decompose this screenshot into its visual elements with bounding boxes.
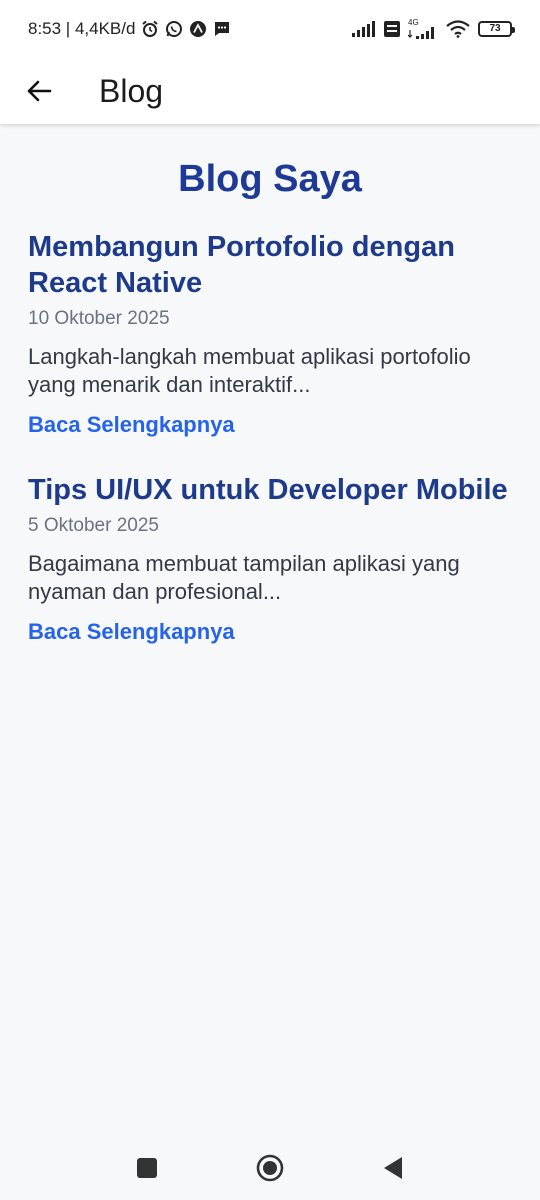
whatsapp-icon [165,20,183,38]
recents-icon [137,1158,157,1178]
app-notification-icon [189,20,207,38]
app-bar: Blog [0,58,540,124]
blog-content: Blog Saya Membangun Portofolio dengan Re… [0,124,540,645]
back-icon [384,1157,402,1179]
app-bar-title: Blog [99,72,164,109]
page-title: Blog Saya [178,158,362,200]
status-bar: 8:53 | 4,4KB/d 4G 73 [0,0,540,58]
blog-post: Membangun Portofolio dengan React Native… [28,229,512,438]
post-title: Tips UI/UX untuk Developer Mobile [28,474,508,506]
status-left: 8:53 | 4,4KB/d [28,19,231,39]
back-nav-button[interactable] [379,1154,407,1182]
system-nav-bar [0,1136,540,1200]
signal-4g-label: 4G [408,18,419,27]
post-title: Membangun Portofolio dengan React Native [28,231,455,299]
blog-post: Tips UI/UX untuk Developer Mobile 5 Okto… [28,472,512,645]
post-excerpt: Bagaimana membuat tampilan aplikasi yang… [28,551,460,604]
post-date: 10 Oktober 2025 [28,308,170,329]
signal-icon [352,21,376,37]
read-more-link[interactable]: Baca Selengkapnya [28,619,235,645]
post-date: 5 Oktober 2025 [28,515,159,536]
arrow-left-icon [27,80,52,102]
read-more-link[interactable]: Baca Selengkapnya [28,412,235,438]
signal-4g-icon: 4G [408,19,438,39]
home-button[interactable] [256,1154,284,1182]
recents-button[interactable] [133,1154,161,1182]
home-icon [256,1154,284,1182]
status-right: 4G 73 [352,19,515,39]
post-excerpt: Langkah-langkah membuat aplikasi portofo… [28,344,471,397]
back-button[interactable] [19,71,59,111]
battery-icon: 73 [478,21,515,37]
wifi-icon [446,20,470,38]
screen: 8:53 | 4,4KB/d 4G 73 Blog Blog Saya Memb… [0,0,540,1200]
message-icon [213,20,231,38]
status-time-speed: 8:53 | 4,4KB/d [28,19,136,38]
battery-level: 73 [489,23,501,34]
alarm-icon [141,20,159,38]
volte-icon [384,21,400,37]
